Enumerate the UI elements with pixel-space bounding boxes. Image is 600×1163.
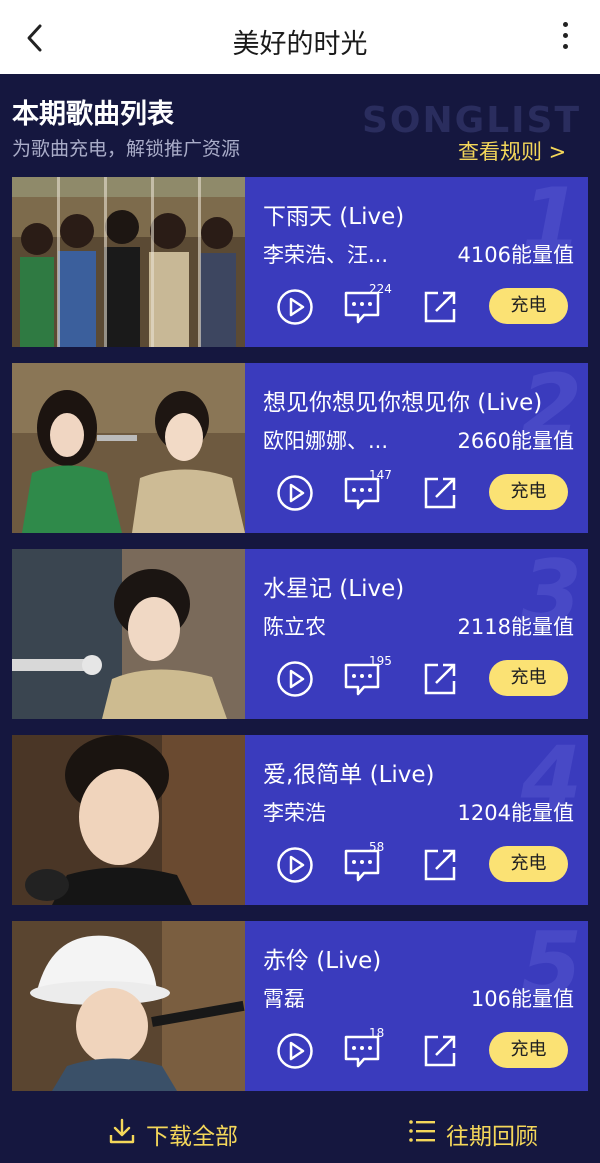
charge-button[interactable]: 充电 [489, 1032, 568, 1068]
song-cover-image [12, 921, 245, 1091]
view-rules-link[interactable]: 查看规则 > [458, 136, 566, 166]
song-title[interactable]: 想见你想见你想见你 (Live) [263, 383, 542, 417]
download-all-button[interactable]: 下载全部 [146, 1117, 238, 1151]
song-artist: 李荣浩、汪... [263, 243, 389, 267]
energy-value: 2118能量值 [457, 615, 574, 639]
song-artist: 霄磊 [263, 987, 305, 1011]
section-title: 本期歌曲列表 [12, 99, 174, 130]
song-title[interactable]: 水星记 (Live) [263, 569, 404, 603]
charge-button[interactable]: 充电 [489, 846, 568, 882]
more-vertical-icon[interactable] [560, 22, 570, 54]
share-icon[interactable] [422, 474, 458, 512]
song-card: 1 下雨天 (Live) 李荣浩、汪... 4106能量值 224 充电 [12, 177, 588, 347]
section-subtitle: 为歌曲充电，解锁推广资源 [12, 138, 241, 160]
play-icon[interactable] [276, 1032, 314, 1070]
song-cover-image [12, 549, 245, 719]
song-card: 2 想见你想见你想见你 (Live) 欧阳娜娜、... 2660能量值 147 … [12, 363, 588, 533]
energy-value: 106能量值 [470, 987, 574, 1011]
share-icon[interactable] [422, 846, 458, 884]
charge-button[interactable]: 充电 [489, 474, 568, 510]
comment-count: 195 [369, 654, 392, 668]
comment-count: 147 [369, 468, 392, 482]
song-cover-image [12, 177, 245, 347]
play-icon[interactable] [276, 474, 314, 512]
comment-count: 58 [369, 840, 385, 854]
song-title[interactable]: 爱,很简单 (Live) [263, 755, 435, 789]
play-icon[interactable] [276, 660, 314, 698]
share-icon[interactable] [422, 660, 458, 698]
share-icon[interactable] [422, 288, 458, 326]
song-artist: 李荣浩 [263, 801, 326, 825]
charge-button[interactable]: 充电 [489, 660, 568, 696]
play-icon[interactable] [276, 846, 314, 884]
top-bar: 美好的时光 [0, 0, 600, 74]
comment-count: 18 [369, 1026, 385, 1040]
list-icon[interactable] [408, 1118, 436, 1144]
songlist-watermark: SONGLIST [362, 100, 582, 141]
history-button[interactable]: 往期回顾 [446, 1117, 538, 1151]
energy-value: 1204能量值 [457, 801, 574, 825]
song-artist: 欧阳娜娜、... [263, 429, 389, 453]
energy-value: 4106能量值 [457, 243, 574, 267]
comment-count: 224 [369, 282, 392, 296]
download-icon[interactable] [108, 1117, 136, 1145]
share-icon[interactable] [422, 1032, 458, 1070]
energy-value: 2660能量值 [457, 429, 574, 453]
charge-button[interactable]: 充电 [489, 288, 568, 324]
song-artist: 陈立农 [263, 615, 326, 639]
song-card: 3 水星记 (Live) 陈立农 2118能量值 195 充电 [12, 549, 588, 719]
song-card: 5 赤伶 (Live) 霄磊 106能量值 18 充电 [12, 921, 588, 1091]
page-title: 美好的时光 [232, 29, 368, 60]
song-cover-image [12, 735, 245, 905]
bottom-bar: 下载全部 往期回顾 [0, 1100, 600, 1163]
play-icon[interactable] [276, 288, 314, 326]
song-card: 4 爱,很简单 (Live) 李荣浩 1204能量值 58 充电 [12, 735, 588, 905]
song-title[interactable]: 赤伶 (Live) [263, 941, 381, 975]
song-title[interactable]: 下雨天 (Live) [263, 197, 404, 231]
song-cover-image [12, 363, 245, 533]
